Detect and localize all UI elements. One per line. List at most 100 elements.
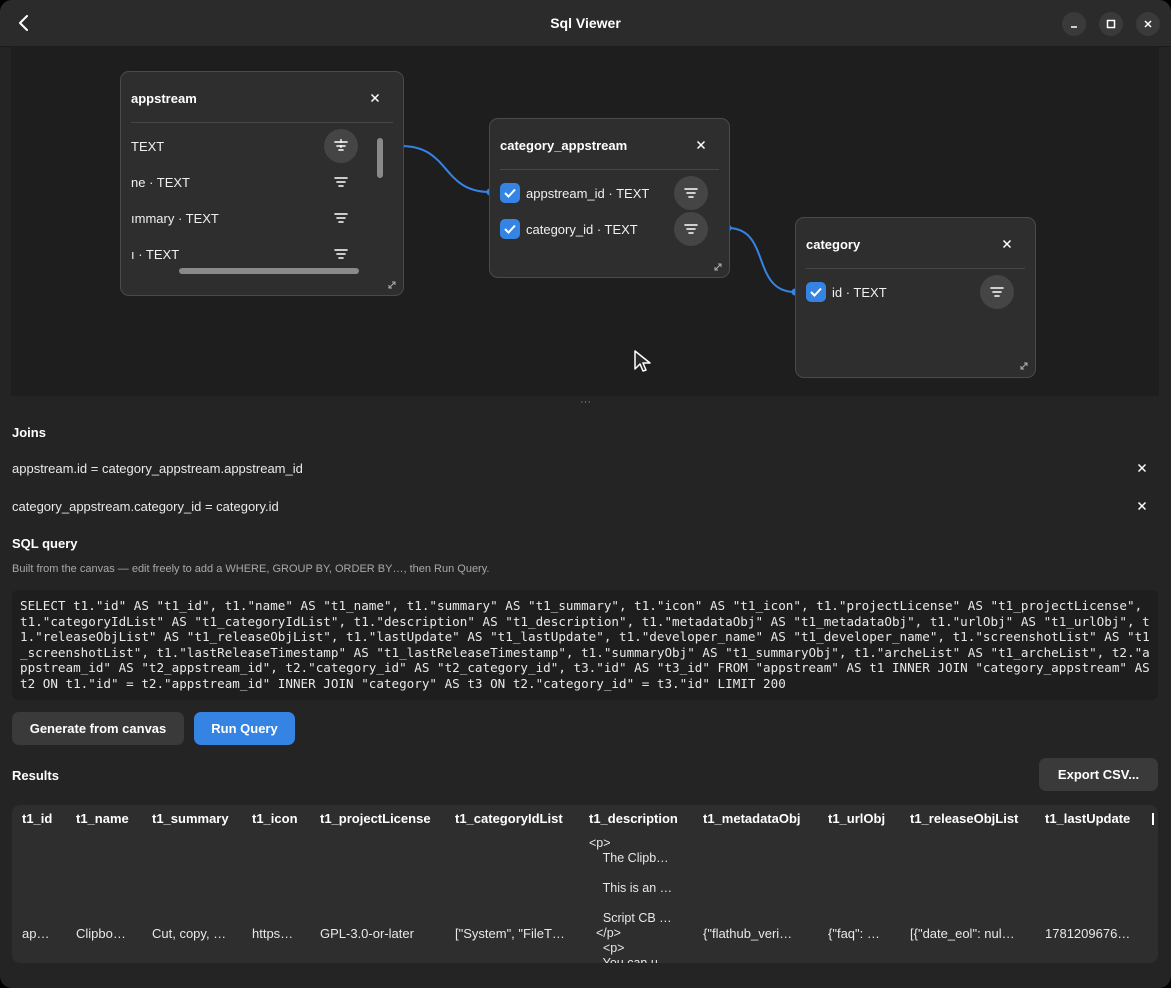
- schema-canvas[interactable]: appstream TEXT ne · TEXT ımmary · TEXT ı…: [11, 46, 1159, 396]
- table-cell[interactable]: ap…: [22, 926, 49, 941]
- filter-button[interactable]: [324, 237, 358, 271]
- close-icon: [696, 140, 706, 150]
- table-node-appstream[interactable]: appstream TEXT ne · TEXT ımmary · TEXT ı…: [120, 71, 404, 296]
- column-label: ımmary · TEXT: [131, 210, 219, 226]
- remove-table-button[interactable]: [1000, 237, 1014, 251]
- remove-table-button[interactable]: [694, 138, 708, 152]
- filter-icon: [334, 139, 348, 151]
- vertical-scrollbar[interactable]: [377, 138, 383, 178]
- join-item: category_appstream.category_id = categor…: [12, 499, 279, 514]
- column-header[interactable]: t1_id: [22, 811, 52, 826]
- filter-button[interactable]: [324, 129, 358, 163]
- join-item: appstream.id = category_appstream.appstr…: [12, 461, 303, 476]
- table-cell-description[interactable]: <p> The Clipb… This is an … Script CB … …: [589, 836, 672, 963]
- column-header[interactable]: t1_icon: [252, 811, 298, 826]
- window-title: Sql Viewer: [550, 15, 621, 31]
- table-node-category-appstream[interactable]: category_appstream appstream_id · TEXT c…: [489, 118, 730, 278]
- joins-heading: Joins: [12, 425, 46, 440]
- filter-icon: [334, 213, 348, 223]
- table-cell[interactable]: {"faq": …: [828, 926, 880, 941]
- close-button[interactable]: [1136, 12, 1160, 36]
- column-header[interactable]: t1_description: [589, 811, 678, 826]
- resize-grip-icon[interactable]: [713, 262, 723, 272]
- column-header[interactable]: t1_lastUpdate: [1045, 811, 1130, 826]
- export-csv-button[interactable]: Export CSV...: [1039, 758, 1158, 791]
- checkbox-icon: [810, 287, 822, 297]
- run-query-button[interactable]: Run Query: [194, 712, 295, 745]
- table-cell[interactable]: GPL-3.0-or-later: [320, 926, 414, 941]
- checkbox-icon: [504, 188, 516, 198]
- table-cell[interactable]: https…: [252, 926, 293, 941]
- column-row[interactable]: ı · TEXT: [131, 239, 179, 269]
- remove-table-button[interactable]: [368, 91, 382, 105]
- close-icon: [1144, 20, 1152, 28]
- sql-text[interactable]: SELECT t1."id" AS "t1_id", t1."name" AS …: [20, 598, 1152, 691]
- checkbox[interactable]: [500, 219, 520, 239]
- table-cell[interactable]: Cut, copy, …: [152, 926, 226, 941]
- column-row[interactable]: TEXT: [131, 131, 164, 161]
- filter-icon: [334, 177, 348, 187]
- sql-hint: Built from the canvas — edit freely to a…: [12, 563, 490, 575]
- sql-editor[interactable]: SELECT t1."id" AS "t1_id", t1."name" AS …: [12, 590, 1158, 700]
- remove-join-button[interactable]: [1135, 499, 1149, 513]
- column-header[interactable]: t1_metadataObj: [703, 811, 801, 826]
- close-icon: [1137, 501, 1147, 511]
- table-cell[interactable]: [{"date_eol": nul…: [910, 926, 1015, 941]
- column-label: id · TEXT: [832, 284, 887, 300]
- table-node-title: category: [806, 237, 861, 252]
- filter-icon: [990, 287, 1004, 297]
- column-header[interactable]: t1_projectLicense: [320, 811, 431, 826]
- column-row[interactable]: ne · TEXT: [131, 167, 190, 197]
- table-cell[interactable]: {"flathub_veri…: [703, 926, 792, 941]
- horizontal-scrollbar[interactable]: [179, 268, 359, 274]
- column-label: appstream_id · TEXT: [526, 185, 650, 201]
- filter-icon: [684, 224, 698, 234]
- checkbox[interactable]: [500, 183, 520, 203]
- results-table[interactable]: t1_id t1_name t1_summary t1_icon t1_proj…: [12, 805, 1158, 963]
- filter-icon: [334, 249, 348, 259]
- maximize-icon: [1106, 19, 1116, 29]
- filter-button[interactable]: [980, 275, 1014, 309]
- results-heading: Results: [12, 768, 59, 783]
- close-icon: [1002, 239, 1012, 249]
- filter-button[interactable]: [674, 212, 708, 246]
- header-bar: Sql Viewer: [0, 0, 1171, 47]
- table-node-title: category_appstream: [500, 138, 628, 153]
- column-header[interactable]: t1_releaseObjList: [910, 811, 1018, 826]
- table-node-category[interactable]: category id · TEXT: [795, 217, 1036, 378]
- column-row[interactable]: appstream_id · TEXT: [500, 178, 649, 208]
- filter-button[interactable]: [674, 176, 708, 210]
- maximize-button[interactable]: [1099, 12, 1123, 36]
- table-cell[interactable]: Clipbo…: [76, 926, 126, 941]
- column-label: ne · TEXT: [131, 174, 191, 190]
- table-cell[interactable]: ["System", "FileT…: [455, 926, 565, 941]
- column-row[interactable]: category_id · TEXT: [500, 214, 638, 244]
- table-node-title: appstream: [131, 91, 197, 106]
- remove-join-button[interactable]: [1135, 461, 1149, 475]
- divider: [131, 122, 393, 123]
- generate-from-canvas-button[interactable]: Generate from canvas: [12, 712, 184, 745]
- column-row[interactable]: id · TEXT: [806, 277, 887, 307]
- resize-grip-icon[interactable]: [1019, 361, 1029, 371]
- resize-grip-icon[interactable]: [387, 280, 397, 290]
- column-header[interactable]: t1_summary: [152, 811, 229, 826]
- column-header[interactable]: t1_urlObj: [828, 811, 885, 826]
- checkbox[interactable]: [806, 282, 826, 302]
- column-header[interactable]: t1_name: [76, 811, 129, 826]
- sql-heading: SQL query: [12, 536, 78, 551]
- minimize-button[interactable]: [1062, 12, 1086, 36]
- close-icon: [1137, 463, 1147, 473]
- table-cell[interactable]: 1781209676…: [1045, 926, 1130, 941]
- column-label: TEXT: [131, 138, 165, 154]
- filter-button[interactable]: [324, 165, 358, 199]
- column-row[interactable]: ımmary · TEXT: [131, 203, 219, 233]
- divider: [500, 169, 719, 170]
- close-icon: [370, 93, 380, 103]
- splitter-handle[interactable]: ···: [0, 396, 1171, 408]
- filter-icon: [684, 188, 698, 198]
- filter-button[interactable]: [324, 201, 358, 235]
- column-label: ı · TEXT: [131, 246, 180, 262]
- column-overflow-indicator: [1152, 813, 1154, 825]
- column-header[interactable]: t1_categoryIdList: [455, 811, 563, 826]
- app-window: Sql Viewer appstream TEXT ne · TEXT ımma…: [0, 0, 1171, 988]
